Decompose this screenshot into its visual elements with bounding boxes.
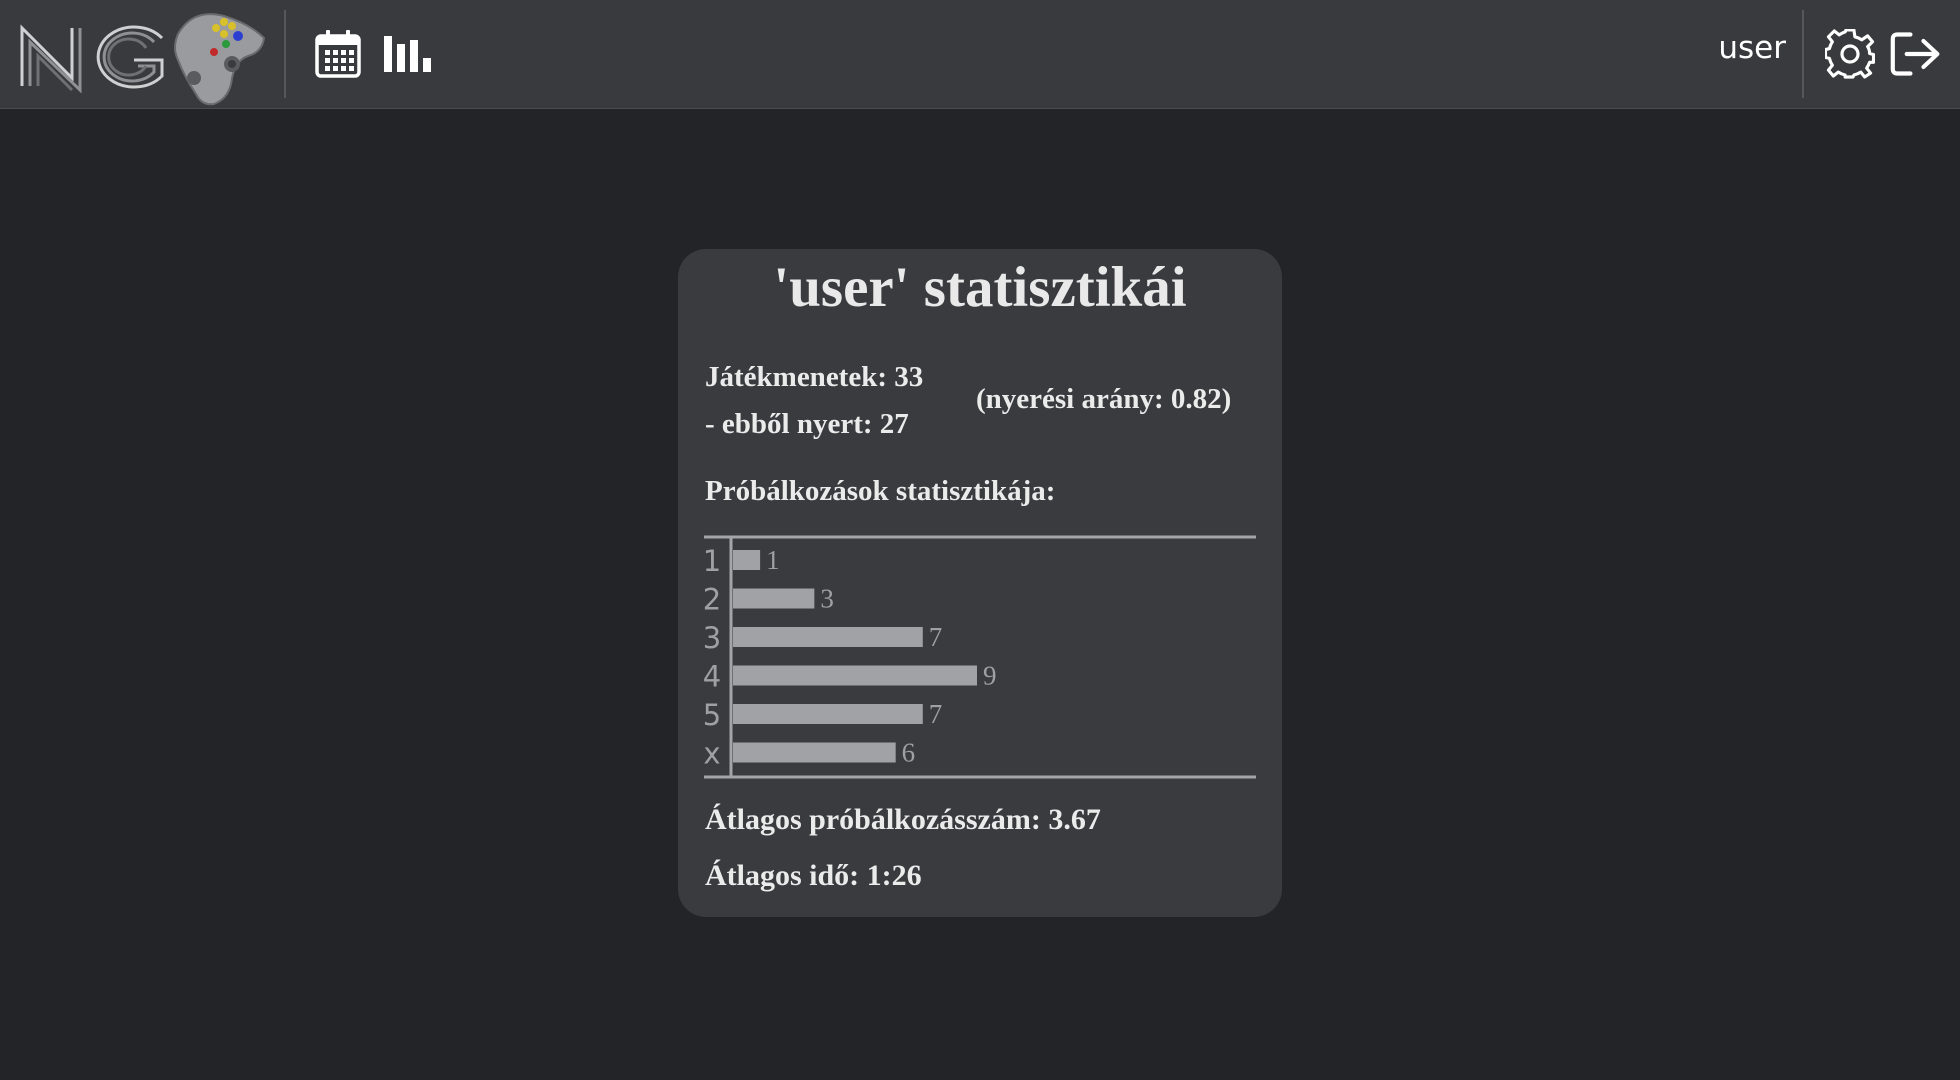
chart-bar bbox=[733, 665, 977, 686]
bar-chart-icon[interactable] bbox=[384, 28, 436, 80]
chart-value-label: 7 bbox=[929, 622, 943, 652]
attempts-bar-chart: 1 1 2 3 3 7 4 9 5 7 x 6 bbox=[704, 535, 1256, 779]
chart-bar bbox=[733, 588, 815, 609]
username-label: user bbox=[1718, 30, 1786, 66]
stats-title: 'user' statisztikái bbox=[773, 256, 1187, 319]
header-divider-left bbox=[284, 10, 286, 98]
user-stats-card: 'user' statisztikái Játékmenetek: 33 - e… bbox=[678, 249, 1282, 917]
top-navigation-bar: user bbox=[0, 0, 1960, 109]
chart-category-label: 5 bbox=[704, 698, 721, 732]
controller-icon bbox=[174, 13, 266, 106]
calendar-icon[interactable] bbox=[312, 28, 364, 80]
logo-letter-n bbox=[20, 24, 82, 94]
chart-category-label: 4 bbox=[704, 660, 721, 694]
logo-letter-g bbox=[96, 25, 164, 89]
chart-category-label: x bbox=[704, 737, 721, 771]
chart-value-label: 7 bbox=[929, 699, 943, 729]
average-attempts: Átlagos próbálkozásszám: 3.67 bbox=[705, 803, 1101, 836]
games-played: Játékmenetek: 33 bbox=[705, 361, 924, 393]
chart-bar bbox=[733, 550, 761, 570]
chart-category-label: 2 bbox=[704, 583, 721, 617]
chart-bar bbox=[733, 627, 923, 647]
chart-value-label: 1 bbox=[766, 545, 780, 575]
attempts-heading: Próbálkozások statisztikája: bbox=[705, 475, 1056, 507]
gear-icon[interactable] bbox=[1824, 28, 1876, 80]
chart-value-label: 3 bbox=[820, 584, 834, 614]
chart-value-label: 9 bbox=[983, 661, 997, 691]
header-divider-right bbox=[1802, 10, 1804, 98]
chart-category-label: 1 bbox=[704, 544, 721, 578]
chart-bar bbox=[733, 742, 896, 763]
chart-bar bbox=[733, 704, 923, 724]
chart-category-label: 3 bbox=[704, 621, 721, 655]
app-logo[interactable] bbox=[18, 4, 270, 106]
logout-icon[interactable] bbox=[1890, 28, 1942, 80]
chart-value-label: 6 bbox=[902, 738, 916, 768]
average-time: Átlagos idő: 1:26 bbox=[705, 859, 922, 892]
win-rate: (nyerési arány: 0.82) bbox=[976, 383, 1232, 415]
games-won: - ebből nyert: 27 bbox=[705, 408, 909, 440]
